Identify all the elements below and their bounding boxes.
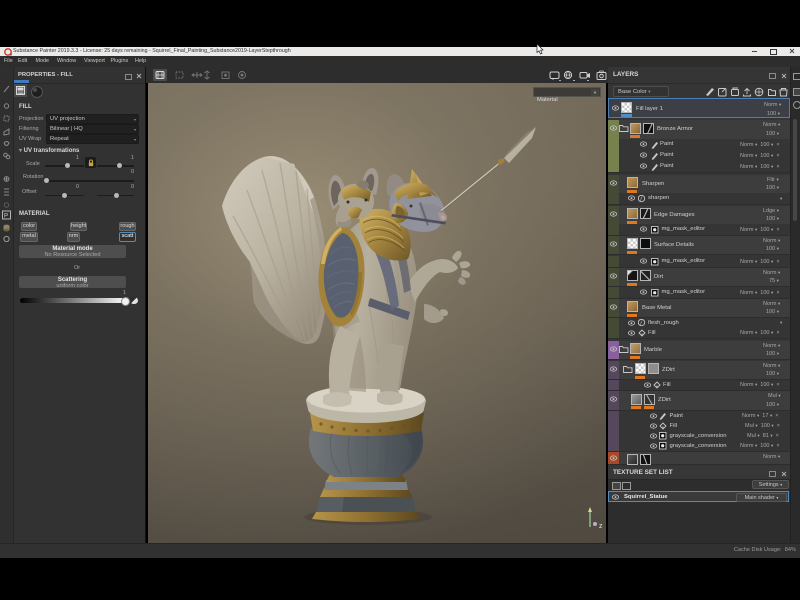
svg-text:P: P (4, 213, 8, 219)
svg-text:z: z (599, 523, 603, 530)
